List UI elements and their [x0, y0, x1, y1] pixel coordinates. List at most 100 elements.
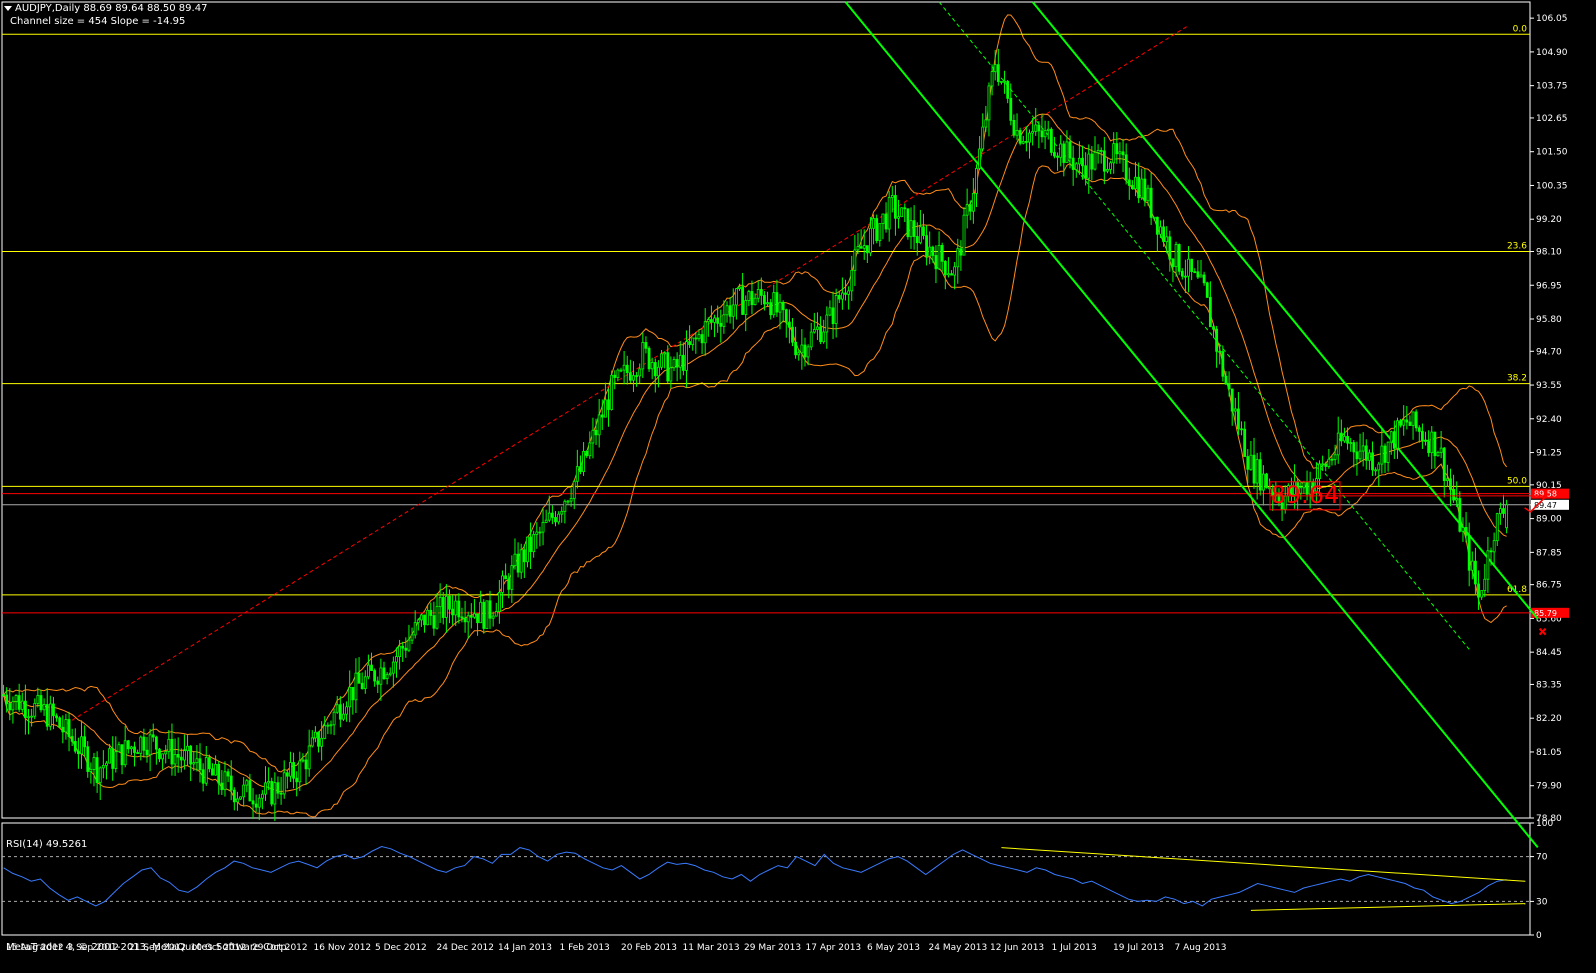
candle-body — [834, 295, 838, 325]
candle-body — [1386, 441, 1390, 463]
candle-body — [538, 531, 542, 534]
candle-body — [1224, 375, 1228, 385]
candle-body — [285, 772, 289, 777]
candle-body — [1193, 271, 1197, 274]
candle-body — [940, 245, 944, 262]
candle-body — [978, 148, 982, 169]
candle-body — [903, 207, 907, 210]
candle-body — [1205, 282, 1209, 298]
candle-body — [894, 195, 897, 219]
candle-body — [426, 609, 430, 626]
triangle-down-icon[interactable] — [4, 5, 12, 11]
candle-body — [357, 672, 361, 684]
candle-body — [628, 372, 632, 381]
candle-body — [1106, 169, 1109, 172]
candle-body — [189, 745, 193, 765]
bollinger-middle-band — [3, 113, 1507, 793]
candle-body — [1389, 431, 1393, 443]
candle-body — [703, 321, 707, 344]
candle-body — [454, 600, 458, 616]
bollinger-upper-band — [3, 14, 1508, 773]
fib-level-label: 0.0 — [1513, 24, 1528, 34]
candle-body — [1012, 120, 1016, 136]
candle-body — [1474, 560, 1477, 585]
candle-body — [376, 680, 380, 685]
candle-body — [800, 344, 804, 354]
candle-body — [420, 614, 423, 621]
channel-outer-line — [1031, 1, 1539, 620]
candle-body — [117, 744, 121, 753]
candle-body — [55, 715, 58, 719]
y-tick-label: 101.50 — [1536, 148, 1568, 158]
x-tick-label: 17 Apr 2013 — [806, 943, 862, 953]
candle-body — [928, 246, 932, 257]
candle-body — [92, 757, 96, 770]
candle-body — [1159, 226, 1162, 235]
candle-body — [716, 317, 720, 324]
candle-body — [1043, 130, 1047, 138]
candle-body — [1492, 540, 1496, 553]
candle-body — [1028, 132, 1031, 143]
candle-body — [990, 71, 994, 87]
candle-body — [236, 798, 239, 803]
candle-body — [1202, 274, 1206, 284]
y-tick-label: 81.05 — [1536, 748, 1562, 758]
candle-body — [635, 375, 638, 377]
candle-body — [853, 249, 857, 271]
candle-body — [604, 399, 607, 418]
candle-body — [1408, 421, 1412, 426]
candle-body — [700, 334, 704, 344]
candle-body — [831, 307, 835, 325]
candle-body — [1056, 155, 1059, 158]
candle-body — [270, 781, 274, 805]
candle-body — [1480, 590, 1484, 598]
candle-body — [276, 782, 280, 794]
candle-body — [108, 748, 111, 764]
candle-body — [1134, 176, 1137, 190]
candle-body — [678, 354, 682, 368]
candle-body — [600, 414, 604, 418]
candle-body — [33, 702, 37, 717]
chart-canvas: 106.05 104.90 103.75 102.65 101.50 100.35 99.2… — [1, 1, 1569, 953]
candle-body — [401, 645, 405, 649]
candle-body — [1249, 454, 1253, 470]
candle-body — [1062, 143, 1066, 163]
candle-body — [1121, 151, 1125, 156]
candle-body — [663, 352, 667, 355]
candle-body — [526, 536, 529, 563]
candle-body — [1240, 428, 1243, 431]
candle-body — [220, 782, 224, 791]
candle-body — [547, 512, 551, 521]
candle-body — [734, 288, 738, 306]
candle-body — [14, 695, 18, 702]
candle-body — [338, 704, 342, 720]
candle-body — [229, 775, 233, 791]
candle-body — [535, 531, 539, 535]
candle-body — [841, 292, 844, 300]
candle-body — [1318, 463, 1321, 480]
candle-body — [513, 553, 517, 567]
candle-body — [541, 522, 545, 533]
x-tick-label: 5 Dec 2012 — [375, 943, 427, 953]
candle-body — [1102, 150, 1106, 172]
candle-body — [201, 769, 205, 784]
candle-body — [329, 724, 333, 727]
candle-body — [1221, 351, 1225, 377]
candle-body — [719, 322, 723, 327]
candle-body — [335, 704, 339, 713]
rsi-support-line — [1250, 903, 1526, 911]
candle-body — [70, 736, 74, 742]
candle-body — [382, 667, 386, 679]
candle-body — [675, 359, 679, 368]
candle-body — [1427, 441, 1431, 454]
symbol-line: AUDJPY,Daily 88.69 89.64 88.50 89.47 — [15, 3, 208, 14]
candle-body — [1445, 478, 1449, 481]
candle-body — [544, 519, 548, 523]
candle-body — [1371, 452, 1374, 471]
candle-body — [1330, 458, 1334, 461]
candle-body — [772, 292, 776, 316]
candle-body — [432, 615, 436, 629]
candle-body — [731, 304, 735, 317]
candle-body — [1143, 178, 1147, 202]
candle-body — [89, 769, 93, 772]
